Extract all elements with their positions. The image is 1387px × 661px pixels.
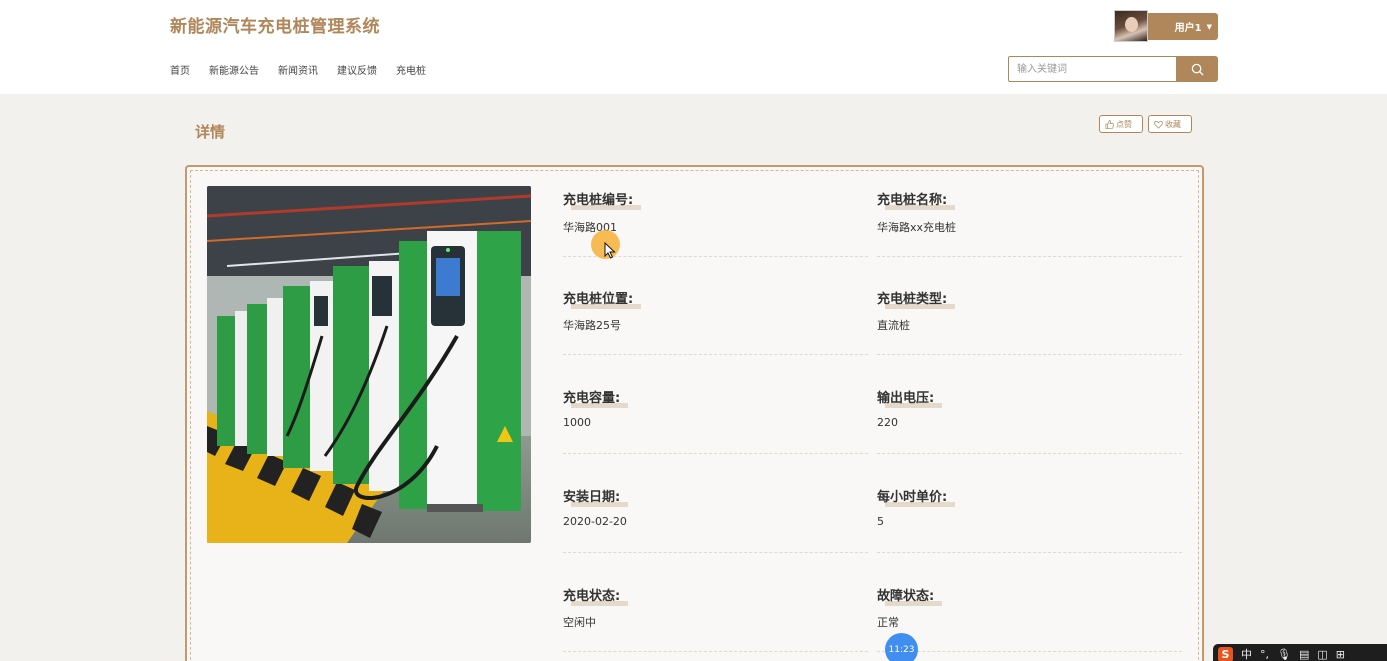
- punctuation-icon[interactable]: °,: [1260, 648, 1269, 661]
- main-nav: 首页 新能源公告 新闻资讯 建议反馈 充电桩: [170, 62, 445, 77]
- field-value-pile-location: 华海路25号: [563, 319, 621, 332]
- field-label-pile-type: 充电桩类型:: [877, 288, 947, 307]
- field-label-pile-location: 充电桩位置:: [563, 288, 633, 307]
- field-value-output-voltage: 220: [877, 416, 898, 429]
- mouse-pointer-icon: [604, 242, 616, 259]
- favorite-button[interactable]: 收藏: [1148, 115, 1192, 133]
- field-value-hourly-price: 5: [877, 515, 884, 528]
- caret-down-icon: ▼: [1206, 22, 1212, 31]
- field-label-capacity: 充电容量:: [563, 387, 620, 406]
- ime-logo-icon: S: [1218, 646, 1233, 661]
- search-button[interactable]: [1177, 56, 1218, 82]
- field-value-pile-name: 华海路xx充电桩: [877, 221, 957, 234]
- like-button[interactable]: 点赞: [1099, 115, 1143, 133]
- grid-icon[interactable]: ⊞: [1336, 648, 1345, 661]
- field-value-pile-type: 直流桩: [877, 319, 910, 332]
- field-label-charging-status: 充电状态:: [563, 585, 620, 604]
- search-icon: [1191, 63, 1204, 76]
- user-menu[interactable]: 用户1 ▼: [1114, 10, 1218, 42]
- skin-icon[interactable]: ◫: [1317, 648, 1327, 661]
- time-badge: 11:23: [885, 633, 918, 661]
- field-label-install-date: 安装日期:: [563, 486, 620, 505]
- favorite-label: 收藏: [1165, 119, 1181, 129]
- field-label-output-voltage: 输出电压:: [877, 387, 934, 406]
- user-name: 用户1: [1174, 23, 1202, 34]
- field-label-pile-number: 充电桩编号:: [563, 189, 633, 208]
- field-value-charging-status: 空闲中: [563, 616, 596, 629]
- user-menu-button[interactable]: 用户1 ▼: [1148, 13, 1218, 40]
- thumbs-up-icon: [1105, 119, 1114, 129]
- keyboard-icon[interactable]: ▤: [1299, 648, 1309, 661]
- heart-icon: [1154, 120, 1163, 129]
- field-label-hourly-price: 每小时单价:: [877, 486, 947, 505]
- field-label-pile-name: 充电桩名称:: [877, 189, 947, 208]
- ime-mode[interactable]: 中: [1241, 646, 1252, 661]
- nav-item-charging-piles[interactable]: 充电桩: [396, 62, 426, 77]
- nav-item-news[interactable]: 新闻资讯: [278, 62, 318, 77]
- like-label: 点赞: [1116, 119, 1132, 129]
- ime-toolbar[interactable]: S 中 °, 🎙 ▤ ◫ ⊞: [1213, 644, 1387, 661]
- microphone-icon[interactable]: 🎙: [1277, 648, 1291, 661]
- nav-item-feedback[interactable]: 建议反馈: [337, 62, 377, 77]
- site-title[interactable]: 新能源汽车充电桩管理系统: [170, 12, 380, 37]
- field-value-install-date: 2020-02-20: [563, 515, 627, 528]
- charging-pile-photo: [207, 186, 531, 543]
- field-value-capacity: 1000: [563, 416, 591, 429]
- field-label-fault-status: 故障状态:: [877, 585, 934, 604]
- field-value-fault-status: 正常: [877, 616, 899, 629]
- nav-item-home[interactable]: 首页: [170, 62, 190, 77]
- nav-item-announcements[interactable]: 新能源公告: [209, 62, 259, 77]
- avatar[interactable]: [1114, 10, 1148, 42]
- header: 新能源汽车充电桩管理系统 首页 新能源公告 新闻资讯 建议反馈 充电桩 用户1 …: [0, 0, 1387, 94]
- search-input[interactable]: [1008, 56, 1177, 82]
- page-title: 详情: [195, 123, 226, 141]
